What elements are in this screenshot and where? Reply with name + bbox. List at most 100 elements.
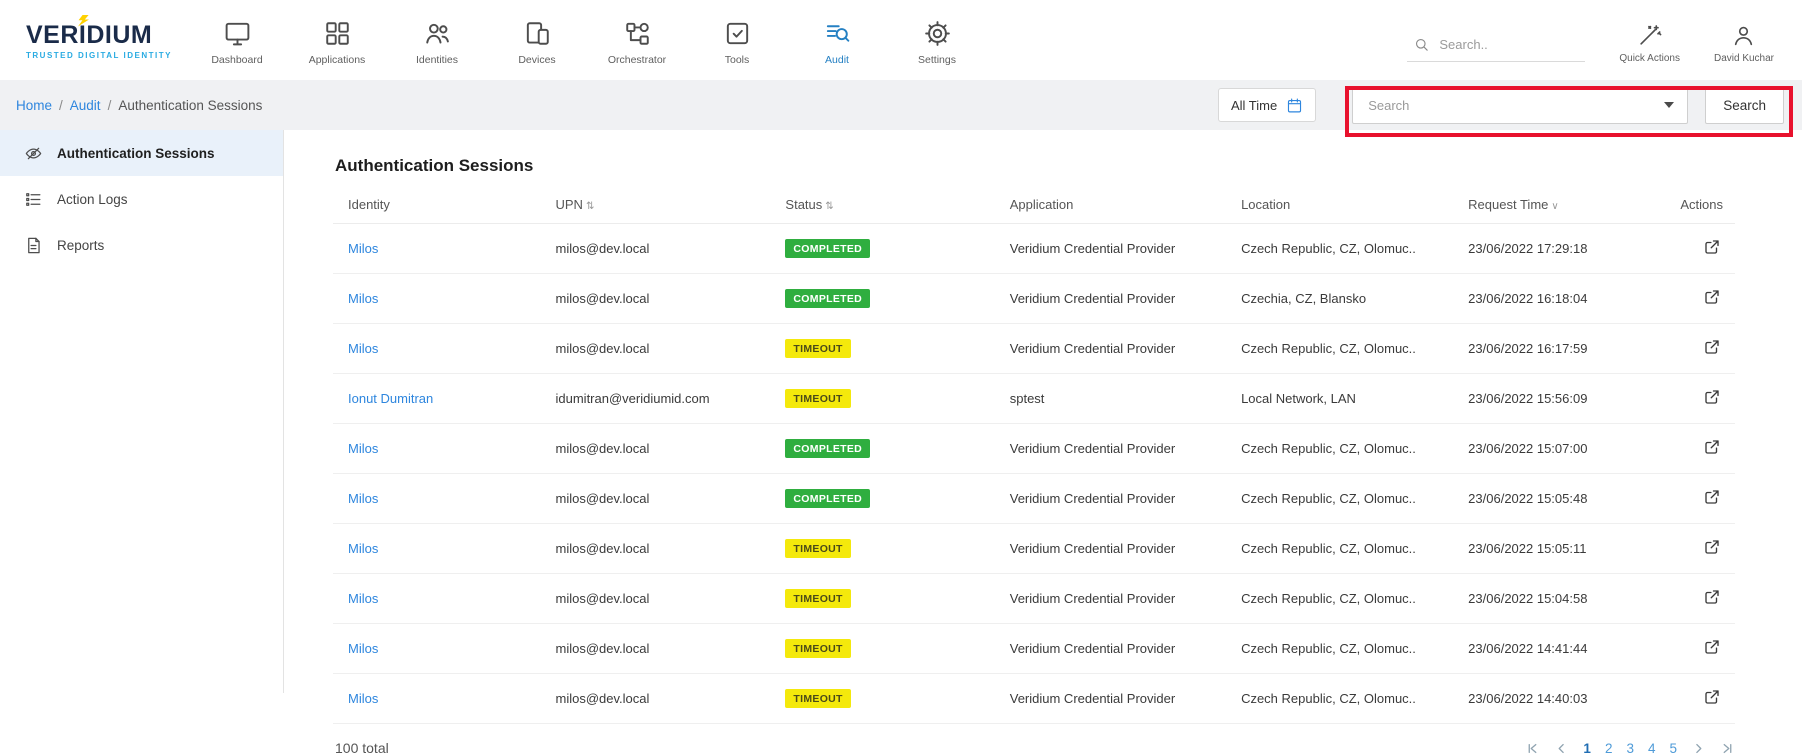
upn-cell: milos@dev.local <box>548 324 778 374</box>
nav-item-tools[interactable]: Tools <box>700 15 774 66</box>
upn-cell: milos@dev.local <box>548 574 778 624</box>
search-filter-dropdown[interactable]: Search <box>1352 86 1688 124</box>
identity-link[interactable]: Ionut Dumitran <box>348 391 433 406</box>
nav-item-devices[interactable]: Devices <box>500 15 574 66</box>
search-filter-placeholder: Search <box>1368 98 1409 113</box>
sort-icon: ⇅ <box>825 201 833 212</box>
identity-link[interactable]: Milos <box>348 441 378 456</box>
view-session-button[interactable] <box>1701 486 1723 511</box>
upn-cell: milos@dev.local <box>548 424 778 474</box>
tools-icon <box>723 19 752 48</box>
view-session-button[interactable] <box>1701 386 1723 411</box>
global-search-input[interactable] <box>1439 37 1574 52</box>
time-range-button[interactable]: All Time <box>1218 88 1316 122</box>
logo-text: VERIDIUM <box>26 21 196 50</box>
sidebar-item-authentication-sessions[interactable]: Authentication Sessions <box>0 130 283 176</box>
sidebar-item-reports[interactable]: Reports <box>0 222 283 268</box>
view-session-button[interactable] <box>1701 536 1723 561</box>
upn-cell: milos@dev.local <box>548 674 778 724</box>
request-time-cell: 23/06/2022 16:17:59 <box>1460 324 1659 374</box>
view-session-button[interactable] <box>1701 436 1723 461</box>
view-session-button[interactable] <box>1701 636 1723 661</box>
identity-link[interactable]: Milos <box>348 641 378 656</box>
identity-link[interactable]: Milos <box>348 541 378 556</box>
request-time-cell: 23/06/2022 17:29:18 <box>1460 224 1659 274</box>
location-cell: Czech Republic, CZ, Olomuc.. <box>1233 524 1460 574</box>
identity-link[interactable]: Milos <box>348 341 378 356</box>
location-cell: Czech Republic, CZ, Olomuc.. <box>1233 674 1460 724</box>
last-page-button[interactable] <box>1720 741 1735 756</box>
application-cell: Veridium Credential Provider <box>1002 624 1233 674</box>
identity-link[interactable]: Milos <box>348 691 378 706</box>
identity-link[interactable]: Milos <box>348 591 378 606</box>
logo-tagline: TRUSTED DIGITAL IDENTITY <box>26 51 196 60</box>
identity-link[interactable]: Milos <box>348 291 378 306</box>
status-badge: COMPLETED <box>785 489 870 508</box>
location-cell: Local Network, LAN <box>1233 374 1460 424</box>
location-cell: Czechia, CZ, Blansko <box>1233 274 1460 324</box>
page-number-2[interactable]: 2 <box>1605 741 1613 756</box>
page-number-4[interactable]: 4 <box>1648 741 1656 756</box>
nav-label: Orchestrator <box>608 54 666 66</box>
user-menu[interactable]: David Kuchar <box>1714 17 1774 64</box>
view-session-button[interactable] <box>1701 336 1723 361</box>
nav-item-dashboard[interactable]: Dashboard <box>200 15 274 66</box>
status-badge: COMPLETED <box>785 239 870 258</box>
calendar-icon <box>1286 97 1303 114</box>
identities-icon <box>423 19 452 48</box>
search-button[interactable]: Search <box>1705 86 1784 124</box>
application-cell: sptest <box>1002 374 1233 424</box>
nav-item-orchestrator[interactable]: Orchestrator <box>600 15 674 66</box>
sort-icon: ⇅ <box>586 201 594 212</box>
application-cell: Veridium Credential Provider <box>1002 574 1233 624</box>
view-session-button[interactable] <box>1701 686 1723 711</box>
nav-label: Applications <box>309 54 366 66</box>
application-cell: Veridium Credential Provider <box>1002 324 1233 374</box>
previous-page-button[interactable] <box>1554 741 1569 756</box>
upn-cell: idumitran@veridiumid.com <box>548 374 778 424</box>
nav-item-settings[interactable]: Settings <box>900 15 974 66</box>
first-page-button[interactable] <box>1525 741 1540 756</box>
table-row: Milos milos@dev.local TIMEOUT Veridium C… <box>333 624 1735 674</box>
identity-link[interactable]: Milos <box>348 491 378 506</box>
nav-label: Settings <box>918 54 956 66</box>
request-time-cell: 23/06/2022 14:41:44 <box>1460 624 1659 674</box>
table-row: Milos milos@dev.local TIMEOUT Veridium C… <box>333 674 1735 724</box>
breadcrumb-home-link[interactable]: Home <box>16 98 52 113</box>
table-row: Ionut Dumitran idumitran@veridiumid.com … <box>333 374 1735 424</box>
view-session-button[interactable] <box>1701 586 1723 611</box>
nav-label: Dashboard <box>211 54 262 66</box>
main-content: Authentication Sessions Identity UPN⇅ St… <box>285 130 1802 693</box>
nav-label: Tools <box>725 54 750 66</box>
page-number-5[interactable]: 5 <box>1669 741 1677 756</box>
view-session-button[interactable] <box>1701 286 1723 311</box>
nav-item-identities[interactable]: Identities <box>400 15 474 66</box>
column-header-status[interactable]: Status⇅ <box>777 186 1001 224</box>
request-time-cell: 23/06/2022 14:40:03 <box>1460 674 1659 724</box>
breadcrumb-audit-link[interactable]: Audit <box>70 98 101 113</box>
identity-link[interactable]: Milos <box>348 241 378 256</box>
nav-item-audit[interactable]: Audit <box>800 15 874 66</box>
sidebar-item-action-logs[interactable]: Action Logs <box>0 176 283 222</box>
breadcrumb-separator: / <box>59 98 63 113</box>
sessions-table: Identity UPN⇅ Status⇅ Application Locati… <box>333 186 1735 724</box>
nav-item-applications[interactable]: Applications <box>300 15 374 66</box>
status-badge: TIMEOUT <box>785 639 850 658</box>
column-header-upn[interactable]: UPN⇅ <box>548 186 778 224</box>
column-header-request-time[interactable]: Request Time∨ <box>1460 186 1659 224</box>
veridium-logo[interactable]: VERIDIUM TRUSTED DIGITAL IDENTITY <box>26 21 196 60</box>
page-number-1[interactable]: 1 <box>1583 741 1591 756</box>
nav-label: Identities <box>416 54 458 66</box>
view-session-button[interactable] <box>1701 236 1723 261</box>
status-badge: COMPLETED <box>785 439 870 458</box>
page-number-3[interactable]: 3 <box>1626 741 1634 756</box>
quick-actions-button[interactable]: Quick Actions <box>1619 17 1680 64</box>
next-page-button[interactable] <box>1691 741 1706 756</box>
eye-off-icon <box>24 144 43 163</box>
filter-controls: All Time Search Search <box>1218 86 1784 124</box>
nav-right: Quick Actions David Kuchar <box>1407 17 1774 64</box>
request-time-cell: 23/06/2022 15:07:00 <box>1460 424 1659 474</box>
table-row: Milos milos@dev.local TIMEOUT Veridium C… <box>333 574 1735 624</box>
table-header-row: Identity UPN⇅ Status⇅ Application Locati… <box>333 186 1735 224</box>
gear-icon <box>923 19 952 48</box>
